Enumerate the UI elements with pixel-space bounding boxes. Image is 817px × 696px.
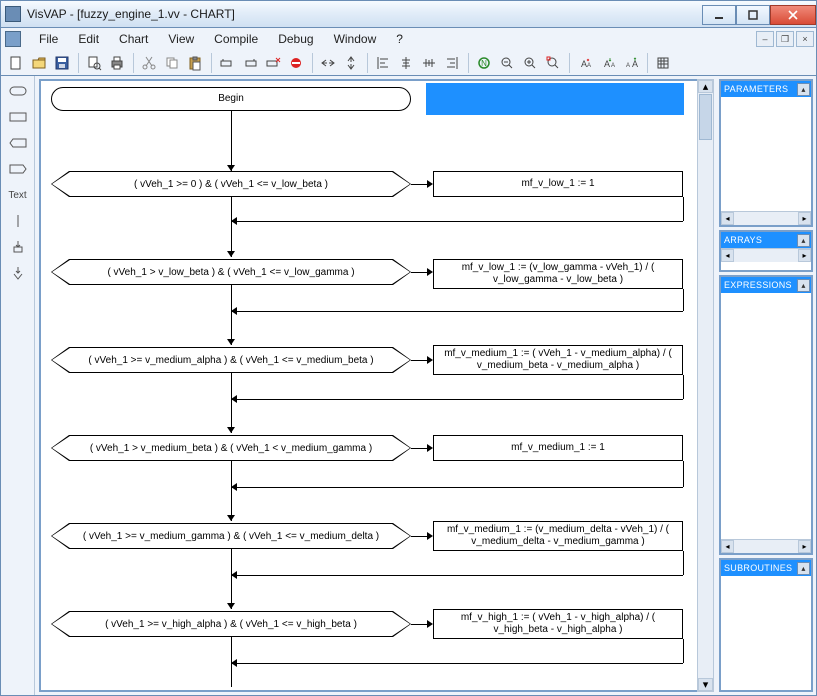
pal-decision-right[interactable] (5, 158, 31, 180)
tb-zoom-out[interactable] (496, 52, 518, 74)
mdi-minimize-button[interactable]: – (756, 31, 774, 47)
pal-process[interactable] (5, 106, 31, 128)
menu-debug[interactable]: Debug (268, 30, 323, 48)
tb-copy[interactable] (161, 52, 183, 74)
canvas-shell: Begin ( vVeh_1 >= 0 ) & ( vVeh_1 <= v_lo… (35, 76, 716, 695)
node-action[interactable]: mf_v_low_1 := (v_low_gamma - vVeh_1) / (… (433, 259, 683, 289)
panel-collapse-icon[interactable]: ▴ (797, 83, 810, 96)
panel-parameters: PARAMETERS ▴ ◂▸ (719, 79, 813, 227)
titlebar: VisVAP - [fuzzy_engine_1.vv - CHART] (0, 0, 817, 28)
menu-file[interactable]: File (29, 30, 68, 48)
tb-zoom-fit[interactable] (542, 52, 564, 74)
node-decision[interactable]: ( vVeh_1 > v_low_beta ) & ( vVeh_1 <= v_… (51, 259, 411, 285)
node-action[interactable]: mf_v_low_1 := 1 (433, 171, 683, 197)
svg-text:A: A (587, 63, 591, 69)
node-action[interactable]: mf_v_medium_1 := ( vVeh_1 - v_medium_alp… (433, 345, 683, 375)
tb-save[interactable] (51, 52, 73, 74)
tb-flip-v[interactable] (340, 52, 362, 74)
panel-hscrollbar[interactable]: ◂▸ (721, 539, 811, 553)
tb-grid[interactable] (652, 52, 674, 74)
tb-print-preview[interactable] (83, 52, 105, 74)
panel-collapse-icon[interactable]: ▴ (797, 279, 810, 292)
node-action[interactable]: mf_v_medium_1 := 1 (433, 435, 683, 461)
pal-connector-in[interactable] (5, 236, 31, 258)
maximize-button[interactable] (736, 5, 770, 25)
selected-block[interactable] (426, 83, 684, 115)
panel-collapse-icon[interactable]: ▴ (797, 562, 810, 575)
panel-title: PARAMETERS (724, 84, 788, 94)
app-icon (5, 6, 21, 22)
close-button[interactable] (770, 5, 816, 25)
shape-palette: Text (1, 76, 35, 695)
pal-line[interactable] (5, 210, 31, 232)
tb-open[interactable] (28, 52, 50, 74)
toolbar: N AA AA AA (0, 50, 817, 76)
pal-connector-out[interactable] (5, 262, 31, 284)
tb-paste[interactable] (184, 52, 206, 74)
menu-compile[interactable]: Compile (204, 30, 268, 48)
mdi-close-button[interactable]: × (796, 31, 814, 47)
tb-redo[interactable] (239, 52, 261, 74)
tb-zoom-in[interactable] (519, 52, 541, 74)
tb-delete[interactable] (262, 52, 284, 74)
scroll-up-icon[interactable]: ▴ (698, 80, 713, 93)
tb-align-right[interactable] (441, 52, 463, 74)
panel-body[interactable] (721, 576, 811, 690)
menubar: File Edit Chart View Compile Debug Windo… (0, 28, 817, 50)
tb-home[interactable]: N (473, 52, 495, 74)
svg-text:A: A (611, 63, 615, 69)
panel-body[interactable] (721, 293, 811, 539)
tb-cut[interactable] (138, 52, 160, 74)
svg-text:N: N (481, 59, 487, 68)
tb-print[interactable] (106, 52, 128, 74)
menu-help[interactable]: ? (386, 30, 413, 48)
window-title: VisVAP - [fuzzy_engine_1.vv - CHART] (27, 7, 702, 21)
menu-edit[interactable]: Edit (68, 30, 109, 48)
minimize-button[interactable] (702, 5, 736, 25)
canvas[interactable]: Begin ( vVeh_1 >= 0 ) & ( vVeh_1 <= v_lo… (39, 79, 714, 692)
right-panels: PARAMETERS ▴ ◂▸ ARRAYS ▴ ◂▸ EXPRESSIONS ▴ ◂… (716, 76, 816, 695)
scroll-thumb[interactable] (699, 94, 712, 140)
node-decision[interactable]: ( vVeh_1 > v_medium_beta ) & ( vVeh_1 < … (51, 435, 411, 461)
panel-title: EXPRESSIONS (724, 280, 792, 290)
doc-icon (5, 31, 21, 47)
svg-text:A: A (626, 63, 630, 69)
node-begin[interactable]: Begin (51, 87, 411, 111)
tb-new[interactable] (5, 52, 27, 74)
panel-arrays: ARRAYS ▴ ◂▸ (719, 230, 813, 272)
tb-align-left[interactable] (372, 52, 394, 74)
tb-font-reset[interactable]: AA (597, 52, 619, 74)
pal-text[interactable]: Text (5, 184, 31, 206)
tb-undo[interactable] (216, 52, 238, 74)
tb-font-smaller[interactable]: AA (574, 52, 596, 74)
pal-terminator[interactable] (5, 80, 31, 102)
menu-view[interactable]: View (158, 30, 204, 48)
menu-chart[interactable]: Chart (109, 30, 158, 48)
scroll-down-icon[interactable]: ▾ (698, 678, 713, 691)
tb-font-larger[interactable]: AA (620, 52, 642, 74)
workarea: Text Begin ( vVeh_1 >= 0 ) & ( vVeh_1 <=… (0, 76, 817, 696)
panel-title: ARRAYS (724, 235, 762, 245)
node-action[interactable]: mf_v_high_1 := ( vVeh_1 - v_high_alpha) … (433, 609, 683, 639)
panel-hscrollbar[interactable]: ◂▸ (721, 211, 811, 225)
node-decision[interactable]: ( vVeh_1 >= v_medium_alpha ) & ( vVeh_1 … (51, 347, 411, 373)
tb-align-center-v[interactable] (418, 52, 440, 74)
panel-expressions: EXPRESSIONS ▴ ◂▸ (719, 275, 813, 555)
mdi-restore-button[interactable]: ❐ (776, 31, 794, 47)
panel-title: SUBROUTINES (724, 563, 792, 573)
pal-decision-left[interactable] (5, 132, 31, 154)
tb-flip-h[interactable] (317, 52, 339, 74)
panel-body[interactable] (721, 97, 811, 211)
tb-align-center-h[interactable] (395, 52, 417, 74)
node-decision[interactable]: ( vVeh_1 >= v_medium_gamma ) & ( vVeh_1 … (51, 523, 411, 549)
menu-window[interactable]: Window (324, 30, 387, 48)
tb-stop[interactable] (285, 52, 307, 74)
node-decision[interactable]: ( vVeh_1 >= 0 ) & ( vVeh_1 <= v_low_beta… (51, 171, 411, 197)
panel-collapse-icon[interactable]: ▴ (797, 234, 810, 247)
node-decision[interactable]: ( vVeh_1 >= v_high_alpha ) & ( vVeh_1 <=… (51, 611, 411, 637)
panel-hscrollbar[interactable]: ◂▸ (721, 248, 811, 262)
panel-subroutines: SUBROUTINES ▴ (719, 558, 813, 692)
canvas-vscrollbar[interactable]: ▴ ▾ (697, 79, 714, 692)
node-action[interactable]: mf_v_medium_1 := (v_medium_delta - vVeh_… (433, 521, 683, 551)
